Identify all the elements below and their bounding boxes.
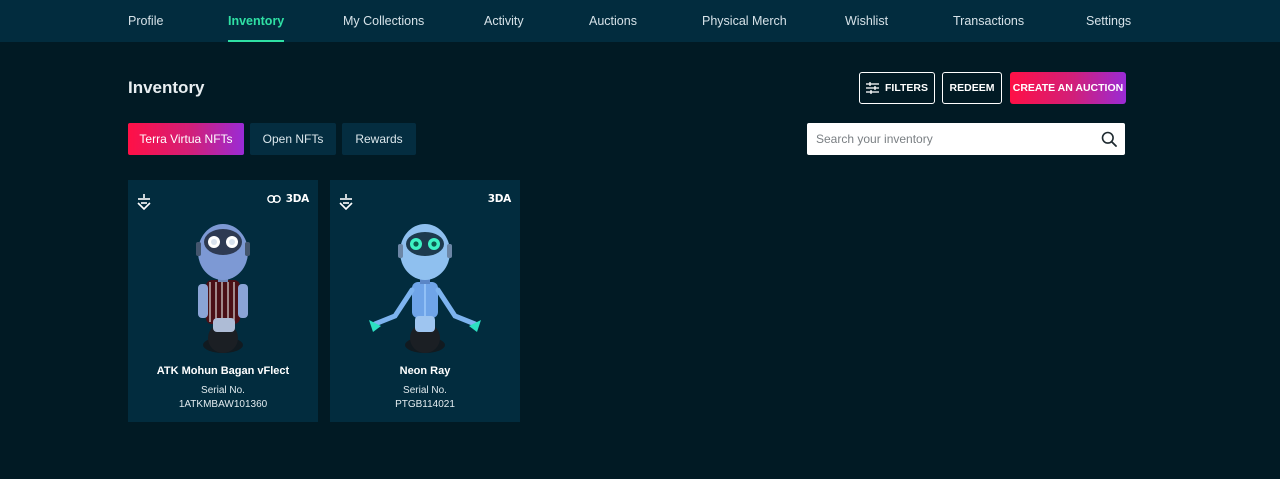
- card-title: Neon Ray: [399, 365, 451, 377]
- redeem-button[interactable]: REDEEM: [942, 72, 1002, 104]
- card-badges: 3DA: [487, 193, 512, 205]
- card-title: ATK Mohun Bagan vFlect: [156, 365, 290, 377]
- serial-label: Serial No.: [403, 385, 447, 396]
- tab-rewards[interactable]: Rewards: [342, 123, 416, 155]
- nav-item-inventory-label: Inventory: [228, 14, 285, 28]
- active-nav-indicator: [228, 40, 285, 42]
- nav-item-physical-merch[interactable]: Physical Merch: [702, 0, 787, 42]
- nav-item-profile[interactable]: Profile: [128, 0, 163, 42]
- tab-open-nfts[interactable]: Open NFTs: [250, 123, 336, 155]
- serial-label: Serial No.: [201, 385, 245, 396]
- search-icon[interactable]: [1101, 131, 1117, 147]
- nft-card[interactable]: 3DA ATK Mohun Bagan vFlect Serial No. 1A…: [128, 180, 318, 422]
- 3da-badge: 3DA: [487, 193, 512, 205]
- create-auction-button-label: CREATE AN AUCTION: [1012, 82, 1124, 94]
- nav-item-transactions[interactable]: Transactions: [953, 0, 1024, 42]
- nav-item-activity[interactable]: Activity: [484, 0, 524, 42]
- serial-number: PTGB114021: [395, 399, 455, 410]
- card-badges: 3DA: [266, 193, 310, 205]
- serial-number: 1ATKMBAW101360: [178, 399, 268, 410]
- filters-button[interactable]: FILTERS: [859, 72, 935, 104]
- 3da-badge: 3DA: [285, 193, 310, 205]
- top-nav: Profile Inventory My Collections Activit…: [0, 0, 1280, 42]
- page-title: Inventory: [128, 78, 205, 97]
- robot-nft-image: [196, 224, 250, 353]
- link-icon: [266, 195, 281, 203]
- filters-button-label: FILTERS: [885, 82, 928, 94]
- nav-item-auctions[interactable]: Auctions: [589, 0, 637, 42]
- sliders-icon: [866, 82, 879, 94]
- nav-item-my-collections[interactable]: My Collections: [343, 0, 424, 42]
- search-box: [807, 123, 1125, 155]
- nft-card[interactable]: 3DA Neon Ray Serial No. PTGB114021: [330, 180, 520, 422]
- search-input[interactable]: [807, 123, 1087, 155]
- redeem-button-label: REDEEM: [949, 82, 995, 94]
- nav-item-settings[interactable]: Settings: [1086, 0, 1131, 42]
- nav-item-wishlist[interactable]: Wishlist: [845, 0, 888, 42]
- neon-robot-nft-image: [369, 224, 481, 353]
- nav-item-inventory[interactable]: Inventory: [228, 0, 285, 42]
- terra-virtua-logo-icon: [137, 194, 151, 210]
- create-auction-button[interactable]: CREATE AN AUCTION: [1010, 72, 1126, 104]
- tab-terra-virtua-nfts[interactable]: Terra Virtua NFTs: [128, 123, 244, 155]
- terra-virtua-logo-icon: [339, 194, 353, 210]
